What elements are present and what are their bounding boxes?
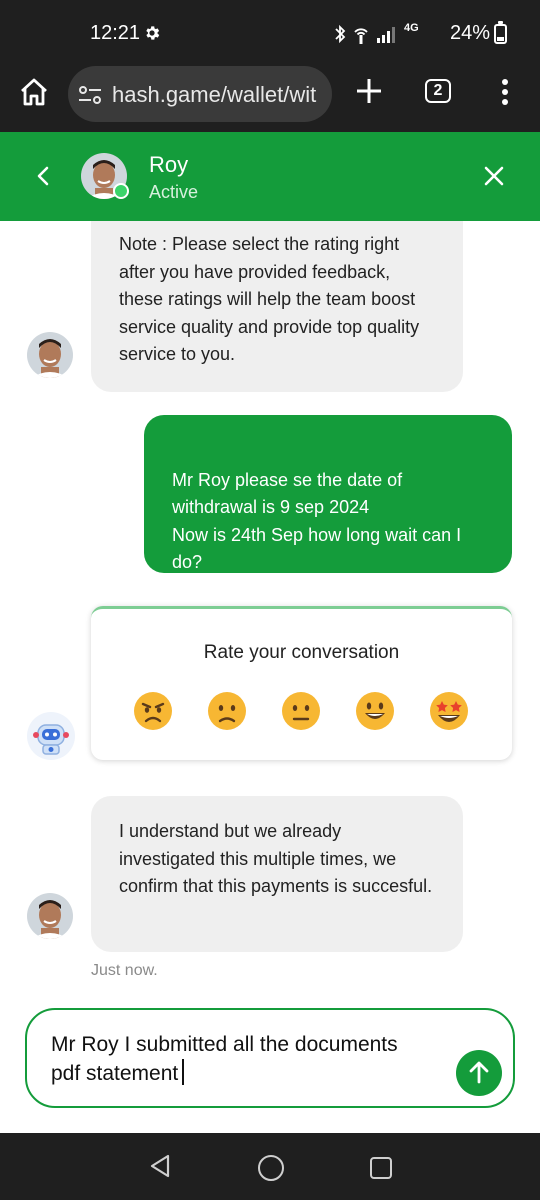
agent-name: Roy [149, 152, 189, 177]
tab-switcher-button[interactable]: 2 [425, 79, 451, 103]
agent-avatar [27, 893, 73, 939]
message-timestamp: Just now. [91, 962, 158, 979]
rating-title: Rate your conversation [203, 642, 400, 663]
online-status-dot [113, 183, 129, 199]
agent-status: Active [149, 182, 199, 202]
status-icons: 4G [334, 22, 419, 46]
nav-home-circle-icon[interactable] [258, 1155, 284, 1181]
text-caret [182, 1059, 185, 1085]
system-nav-bar [0, 1133, 540, 1200]
send-button[interactable] [456, 1050, 502, 1096]
address-bar[interactable]: hash.game/wallet/wit [68, 66, 332, 122]
bluetooth-icon [335, 24, 346, 44]
star-struck-face-icon[interactable] [429, 691, 469, 731]
agent-message: Note : Please select the rating right af… [91, 221, 463, 392]
close-icon[interactable] [480, 162, 508, 190]
neutral-face-icon[interactable] [281, 691, 321, 731]
status-bar: 12:21 4G 24% [0, 0, 540, 62]
back-chevron-icon[interactable] [30, 162, 58, 190]
site-settings-icon[interactable] [78, 84, 102, 106]
message-text: Mr Roy please se the date of withdrawal … [172, 469, 462, 573]
frowning-face-icon[interactable] [207, 691, 247, 731]
message-text: I understand but we already investigated… [119, 821, 433, 896]
grinning-face-icon[interactable] [355, 691, 395, 731]
battery-percent: 24% [450, 22, 491, 44]
rating-card: Rate your conversation [91, 606, 512, 760]
chat-header: Roy Active [0, 132, 540, 221]
browser-toolbar: hash.game/wallet/wit 2 [0, 62, 540, 132]
message-input-value: Mr Roy I submitted all the documents pdf… [51, 1033, 398, 1085]
user-message: Mr Roy please se the date of withdrawal … [144, 415, 512, 573]
message-text: Note : Please select the rating right af… [119, 234, 420, 364]
agent-message: I understand but we already investigated… [91, 796, 463, 952]
settings-gear-icon [146, 26, 160, 40]
more-options-icon[interactable] [500, 78, 510, 106]
new-tab-plus-icon[interactable] [354, 76, 384, 106]
bot-avatar-icon [27, 712, 75, 760]
battery-icon [494, 21, 507, 44]
rating-options [133, 691, 473, 731]
message-composer[interactable]: Mr Roy I submitted all the documents pdf… [25, 1008, 515, 1108]
nav-back-triangle-icon[interactable] [148, 1153, 172, 1179]
network-type: 4G [404, 22, 419, 34]
arrow-up-icon [469, 1061, 489, 1084]
url-text: hash.game/wallet/wit [112, 82, 317, 107]
message-input[interactable]: Mr Roy I submitted all the documents pdf… [51, 1030, 431, 1088]
status-time: 12:21 [90, 22, 141, 44]
nav-recents-square-icon[interactable] [370, 1157, 392, 1179]
signal-icon [377, 27, 395, 43]
agent-avatar [27, 332, 73, 378]
hotspot-icon [354, 28, 368, 44]
home-icon[interactable] [18, 76, 50, 108]
angry-face-icon[interactable] [133, 691, 173, 731]
